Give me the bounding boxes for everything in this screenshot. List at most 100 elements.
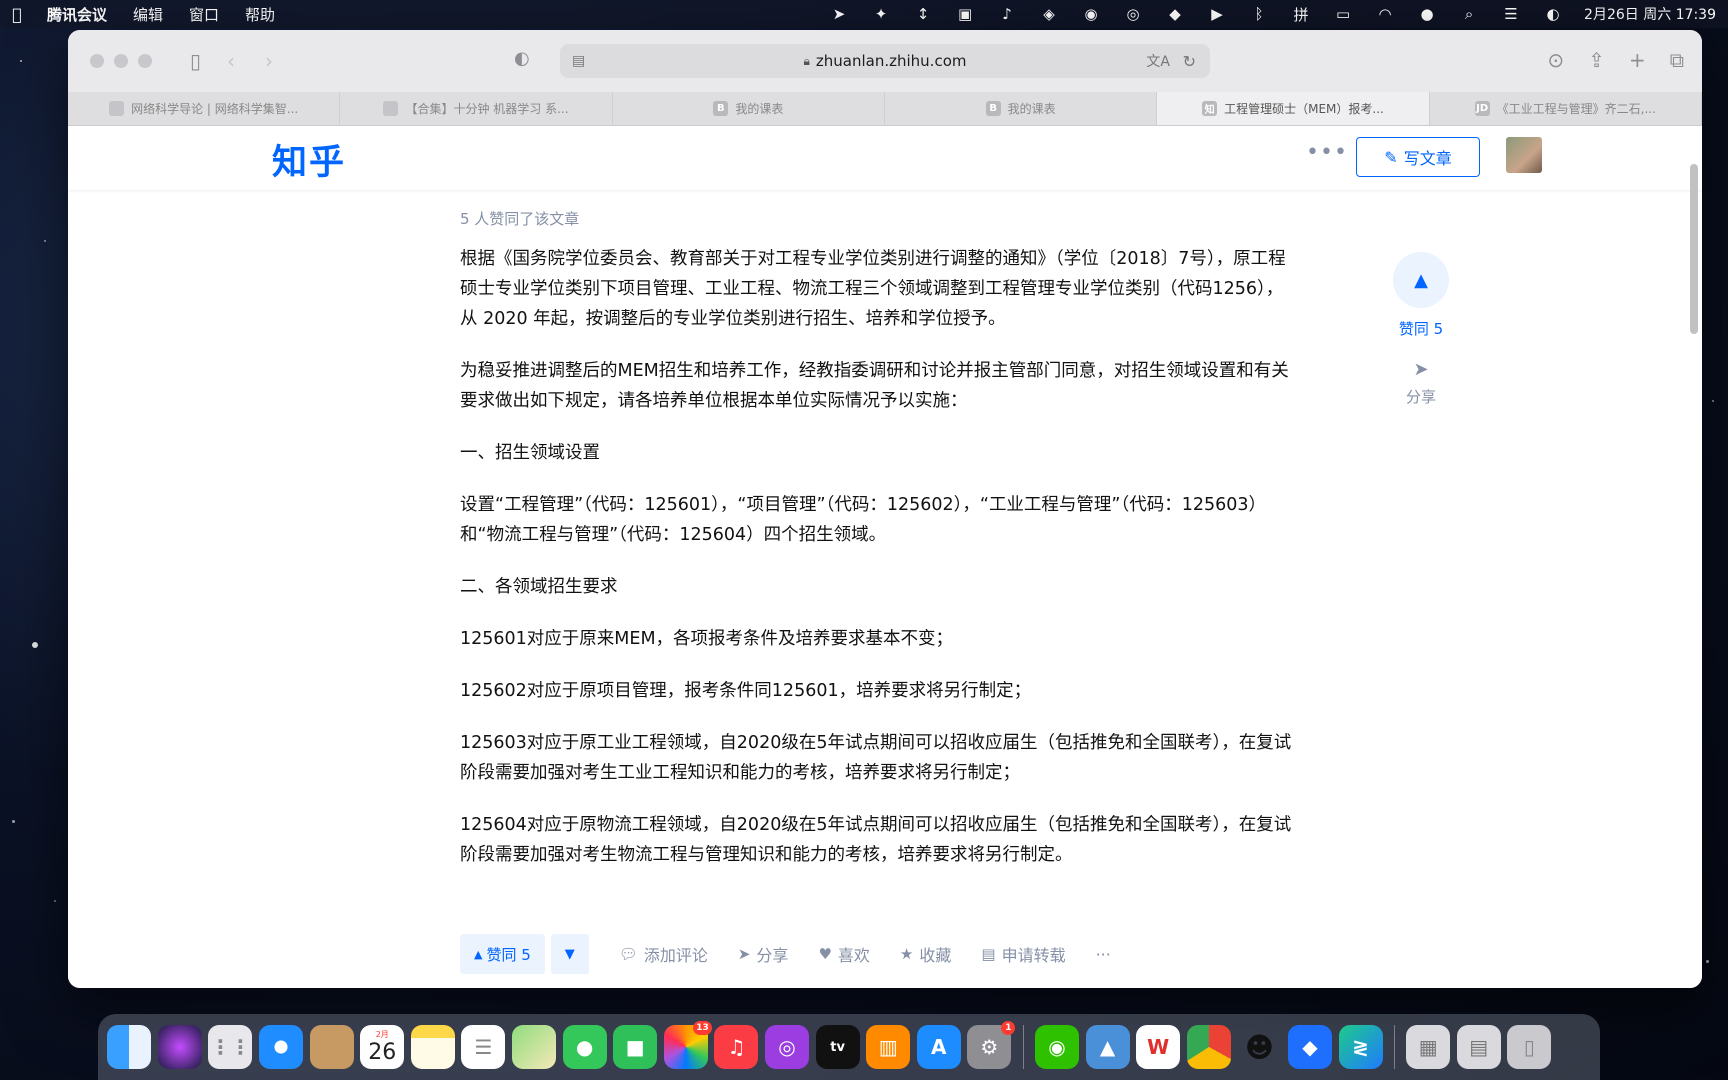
menu-window[interactable]: 窗口 (176, 4, 232, 25)
minimize-window-button[interactable] (114, 54, 128, 68)
music-icon[interactable]: ♫ (714, 1025, 759, 1069)
user-icon[interactable]: ● (1406, 5, 1448, 23)
tencent-meeting-icon[interactable]: ≷ (1338, 1025, 1383, 1069)
repost-request-button[interactable]: ▤ 申请转载 (981, 942, 1065, 966)
menu-edit[interactable]: 编辑 (120, 4, 176, 25)
tab-ml-collection[interactable]: 【合集】十分钟 机器学习 系... (340, 92, 613, 125)
privacy-shield-icon[interactable]: ◐ (514, 48, 530, 69)
translate-icon[interactable]: 文A (1146, 51, 1170, 71)
vpn-icon[interactable]: ◎ (1112, 5, 1154, 23)
app-store-icon[interactable]: A (916, 1025, 961, 1069)
tab-mem-article[interactable]: 知 工程管理硕士（MEM）报考... (1157, 92, 1430, 125)
safari-icon[interactable] (259, 1025, 304, 1069)
tab-overview-icon[interactable]: ⧉ (1670, 48, 1684, 72)
facetime-icon[interactable]: ■ (613, 1025, 658, 1069)
page-scrollbar[interactable] (1690, 164, 1698, 334)
more-actions-button[interactable]: ··· (1096, 945, 1111, 964)
graduation-app-icon[interactable]: ▲ (1085, 1025, 1130, 1069)
transfer-icon[interactable]: ↕ (902, 5, 944, 23)
zhihu-logo[interactable]: 知乎 (272, 134, 346, 185)
tab-my-schedule-1[interactable]: B 我的课表 (613, 92, 885, 125)
article-paragraph: 设置“工程管理”（代码：125601），“项目管理”（代码：125602），“工… (460, 495, 1267, 545)
trash-icon[interactable]: ▯ (1507, 1025, 1552, 1069)
contacts-icon[interactable] (309, 1025, 354, 1069)
wifi-icon[interactable]: ◠ (1364, 5, 1406, 23)
wechat-status-icon[interactable]: ◉ (1070, 5, 1112, 23)
wps-status-icon[interactable]: ▣ (944, 5, 986, 23)
photos-icon[interactable]: 13 (663, 1021, 712, 1069)
url-text: zhuanlan.zhihu.com (815, 52, 967, 70)
maps-icon[interactable] (512, 1025, 557, 1069)
siri-icon[interactable]: ◐ (1532, 5, 1574, 23)
feishu-status-icon[interactable]: ◆ (1154, 5, 1196, 23)
tab-bar: 网络科学导论 | 网络科学集智... 【合集】十分钟 机器学习 系... B 我… (68, 92, 1702, 126)
spotlight-search-icon[interactable]: ⌕ (1448, 5, 1490, 23)
calendar-icon[interactable]: 2月 26 (360, 1025, 405, 1069)
upvote-side-label[interactable]: 赞同 5 (1377, 318, 1465, 339)
reminders-icon[interactable]: ☰ (461, 1025, 506, 1069)
app-status-icon[interactable]: ✦ (860, 5, 902, 23)
documents-folder-icon[interactable]: ▦ (1406, 1025, 1451, 1069)
downloads-folder-icon[interactable]: ▤ (1456, 1025, 1501, 1069)
downloads-icon[interactable]: ⊙ (1547, 48, 1564, 72)
messages-icon[interactable]: ● (562, 1025, 607, 1069)
wechat-icon[interactable]: ◉ (1034, 1025, 1079, 1069)
bottom-action-bar: ▲ 赞同 5 ▼ 💬︎ 添加评论 ➤ 分享 ♥ 喜欢 ★ 收藏 ▤ 申请转载 ·… (460, 934, 1111, 974)
podcasts-icon[interactable]: ◎ (765, 1025, 810, 1069)
heart-icon: ♥ (818, 945, 832, 963)
more-options-button[interactable]: ••• (1306, 140, 1348, 165)
system-preferences-icon[interactable]: ⚙ 1 (967, 1021, 1016, 1069)
upvote-side-button[interactable]: ▲ (1393, 252, 1449, 308)
collect-button[interactable]: ★ 收藏 (900, 942, 951, 966)
write-article-button[interactable]: ✎ 写文章 (1356, 137, 1480, 177)
like-button[interactable]: ♥ 喜欢 (818, 942, 869, 966)
menu-app-name[interactable]: 腾讯会议 (34, 4, 120, 25)
tab-my-schedule-2[interactable]: B 我的课表 (885, 92, 1158, 125)
reload-icon[interactable]: ↻ (1183, 52, 1196, 71)
apple-menu-icon[interactable]:  (0, 5, 34, 24)
page-menu-icon[interactable]: ▤ (572, 53, 585, 69)
new-tab-icon[interactable]: + (1629, 48, 1646, 72)
tab-favicon (109, 101, 125, 116)
books-icon[interactable]: ▥ (866, 1025, 911, 1069)
apple-tv-icon[interactable]: tv (815, 1025, 860, 1069)
launchpad-icon[interactable]: ⋮⋮ (208, 1025, 253, 1069)
user-avatar[interactable] (1506, 137, 1542, 173)
share-icon[interactable]: ⇪ (1588, 48, 1605, 72)
tab-network-science[interactable]: 网络科学导论 | 网络科学集智... (68, 92, 341, 125)
sidebar-toggle-icon[interactable]: ▯ (190, 49, 201, 73)
like-label: 喜欢 (837, 946, 870, 965)
cube-icon[interactable]: ◈ (1028, 5, 1070, 23)
bluetooth-icon[interactable]: ᛒ (1238, 5, 1280, 23)
add-comment-button[interactable]: 💬︎ 添加评论 (619, 942, 708, 966)
tab-industrial-engineering-book[interactable]: JD 《工业工程与管理》齐二石,... (1430, 92, 1702, 125)
notification-bell-icon[interactable]: ♪ (986, 5, 1028, 23)
menu-clock[interactable]: 2月26日 周六 17:39 (1574, 4, 1728, 24)
play-icon[interactable]: ▶ (1196, 5, 1238, 23)
zoom-window-button[interactable] (138, 54, 152, 68)
downvote-button[interactable]: ▼ (550, 934, 589, 974)
upvote-button[interactable]: ▲ 赞同 5 (460, 934, 545, 974)
notes-icon[interactable] (410, 1025, 455, 1069)
finder-icon[interactable] (107, 1025, 152, 1069)
siri-app-icon[interactable] (157, 1025, 202, 1069)
control-center-icon[interactable]: ☰ (1490, 5, 1532, 23)
more-actions-label: ··· (1095, 944, 1111, 964)
back-icon[interactable]: ‹ (227, 49, 235, 73)
input-method-icon[interactable]: 拼 (1280, 4, 1322, 25)
qq-icon[interactable]: ☻ (1237, 1025, 1281, 1069)
close-window-button[interactable] (90, 54, 104, 68)
forward-icon[interactable]: › (265, 49, 273, 73)
star (44, 240, 46, 242)
star (1712, 400, 1714, 402)
address-bar[interactable]: ▤ 🔒︎ zhuanlan.zhihu.com 文A ↻ (560, 44, 1210, 78)
location-arrow-icon[interactable]: ➤ (818, 5, 860, 23)
share-button[interactable]: ➤ 分享 (738, 942, 789, 966)
votes-note: 5 人赞同了该文章 (460, 210, 580, 228)
battery-icon[interactable]: ▭ (1322, 5, 1364, 23)
menu-help[interactable]: 帮助 (232, 4, 288, 25)
wps-icon[interactable]: W (1136, 1025, 1181, 1069)
share-side-button[interactable]: ➤ 分享 (1377, 359, 1465, 407)
feishu-icon[interactable]: ◆ (1287, 1025, 1332, 1069)
chrome-icon[interactable] (1186, 1025, 1231, 1069)
